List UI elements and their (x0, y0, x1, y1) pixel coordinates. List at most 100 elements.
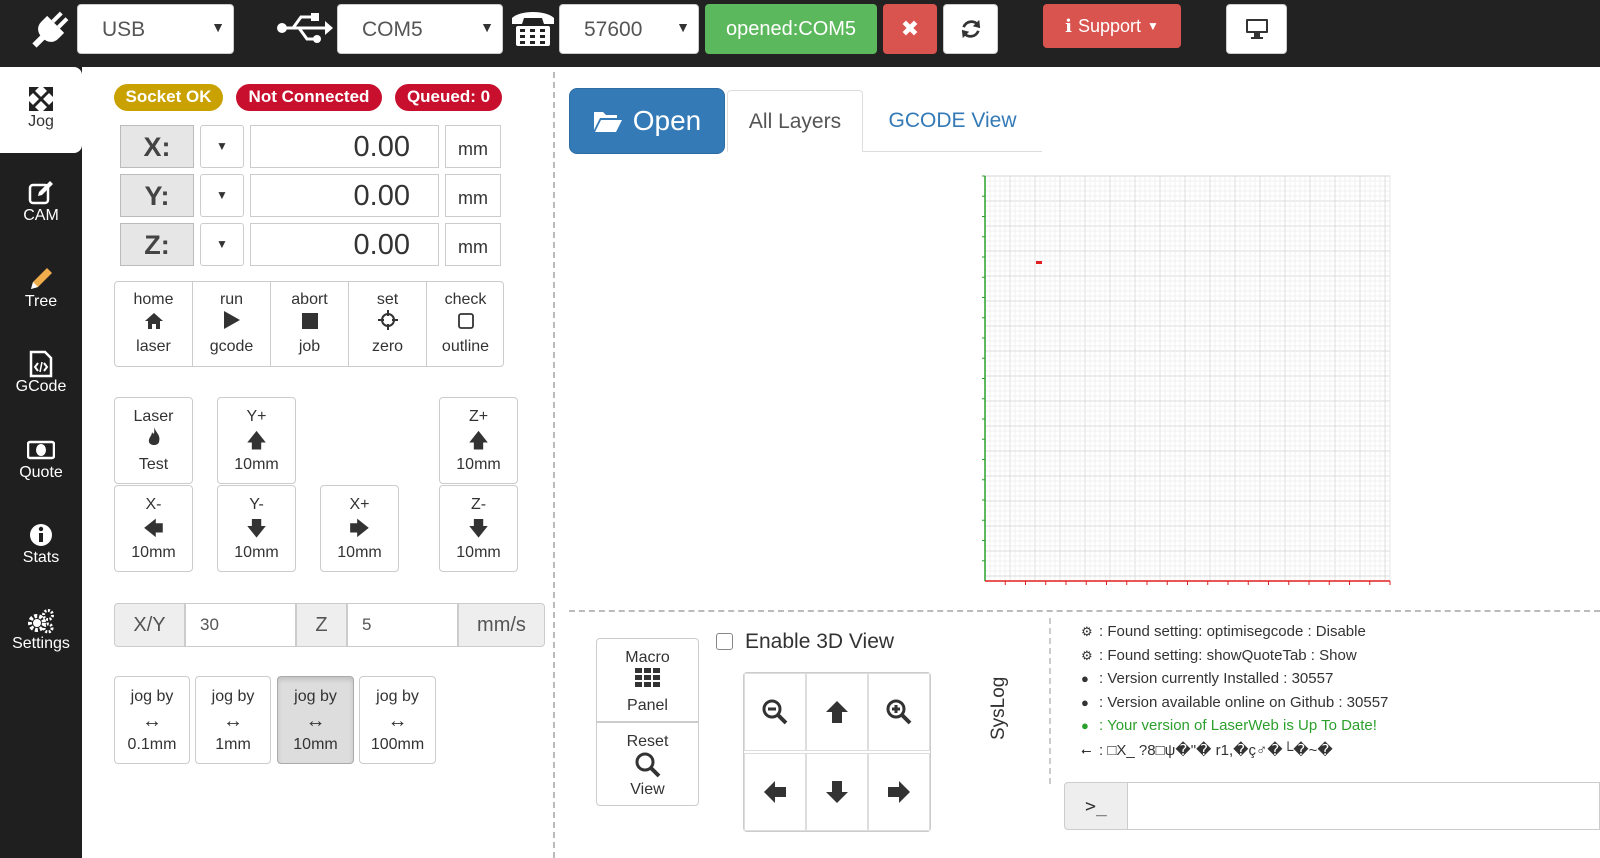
sidebar-item-jog[interactable]: Jog (0, 67, 82, 153)
zoom-out-icon (762, 699, 788, 725)
jog-by-1mm-button[interactable]: jog by ↔ 1mm (195, 676, 271, 764)
folder-open-icon (593, 112, 622, 132)
arrow-down-icon: 🡇 (246, 518, 267, 540)
baud-select[interactable]: 57600 ▼ (559, 4, 699, 54)
connection-status-button[interactable]: opened:COM5 (705, 4, 877, 54)
syslog-line: ⭠: □X_ ?8□ψ�"� r1,�ç♂�└�~� (1081, 742, 1333, 759)
connection-status-badge: Not Connected (236, 84, 382, 111)
syslog-title: SysLog (988, 676, 1009, 740)
disconnect-button[interactable]: ✖ (883, 4, 937, 54)
z-speed-input[interactable]: 5 (347, 603, 458, 647)
sidebar-item-stats[interactable]: Stats (0, 512, 82, 598)
z-axis-dropdown[interactable]: ▼ (200, 223, 244, 266)
view-nav-pad (743, 672, 931, 832)
caret-down-icon: ▼ (216, 188, 228, 202)
cogs-icon: ⚙ (1081, 648, 1093, 663)
home-laser-button[interactable]: home laser (115, 290, 192, 357)
macro-panel-button[interactable]: Macro Panel (596, 638, 699, 722)
arrow-left-icon: 🡄 (143, 518, 164, 540)
cogs-icon: ⚙ (1081, 624, 1093, 639)
zoom-in-button[interactable] (868, 673, 930, 751)
syslog-line: ⚙: Found setting: optimisegcode : Disabl… (1081, 623, 1366, 640)
play-icon (193, 310, 270, 337)
y-unit: mm (445, 174, 501, 217)
jog-by-100mm-button[interactable]: jog by ↔ 100mm (359, 676, 436, 764)
top-bar: USB ▼ COM5 ▼ 57600 ▼ opened:COM5 ✖ i Sup… (0, 0, 1600, 67)
syslog-line: ⚙: Found setting: showQuoteTab : Show (1081, 647, 1357, 664)
code-file-icon (29, 350, 53, 378)
money-icon (27, 440, 55, 460)
sidebar-item-quote[interactable]: Quote (0, 427, 82, 513)
y-position-value: 0.00 (250, 174, 439, 217)
xy-speed-input[interactable]: 30 (185, 603, 296, 647)
info-icon (30, 524, 52, 546)
support-dropdown[interactable]: i Support ▼ (1043, 4, 1181, 48)
socket-status-badge: Socket OK (114, 84, 223, 111)
tab-all-layers[interactable]: All Layers (727, 90, 863, 152)
z-axis-label: Z: (120, 223, 194, 266)
pan-right-button[interactable] (868, 753, 930, 831)
pencil-icon (31, 268, 52, 289)
usb-icon: ⭠ (1081, 743, 1092, 758)
syslog-line: ●: Your version of LaserWeb is Up To Dat… (1081, 717, 1377, 734)
stop-icon (271, 310, 348, 337)
desktop-button[interactable] (1226, 4, 1287, 54)
jog-y-plus-button[interactable]: Y+ 🡅 10mm (217, 397, 296, 484)
pan-down-button[interactable] (806, 753, 868, 831)
jog-y-minus-button[interactable]: Y- 🡇 10mm (217, 485, 296, 572)
github-icon: ● (1081, 695, 1089, 710)
panel-divider (553, 72, 555, 858)
jog-z-minus-button[interactable]: Z- 🡇 10mm (439, 485, 518, 572)
x-axis-label: X: (120, 125, 194, 168)
speed-unit: mm/s (458, 603, 545, 647)
enable-3d-checkbox[interactable] (716, 633, 733, 650)
open-file-button[interactable]: Open (569, 88, 725, 154)
workspace-grid[interactable] (975, 173, 1395, 593)
jog-x-minus-button[interactable]: X- 🡄 10mm (114, 485, 193, 572)
crosshair-icon (349, 310, 426, 337)
machine-controls: home laser run gcode abort job set zero … (114, 281, 504, 367)
jog-by-10mm-button[interactable]: jog by ↔ 10mm (277, 676, 354, 764)
jog-x-plus-button[interactable]: X+ 🡆 10mm (320, 485, 399, 572)
horizontal-arrows-icon: ↔ (305, 710, 326, 732)
arrows-icon (29, 87, 53, 111)
laser-test-button[interactable]: Laser Test (114, 397, 193, 484)
github-icon: ● (1081, 671, 1089, 686)
x-unit: mm (445, 125, 501, 168)
reset-view-button[interactable]: Reset View (596, 722, 699, 806)
close-icon: ✖ (900, 16, 920, 41)
home-icon (115, 310, 192, 337)
syslog-divider (1049, 618, 1051, 784)
caret-down-icon: ▼ (1147, 19, 1159, 33)
sidebar: Jog CAM Tree GCode Quote Stats Settings (0, 67, 82, 858)
pan-up-button[interactable] (806, 673, 868, 751)
arrow-up-icon: 🡅 (246, 430, 267, 452)
jog-z-plus-button[interactable]: Z+ 🡅 10mm (439, 397, 518, 484)
sidebar-item-tree[interactable]: Tree (0, 256, 82, 342)
y-axis-dropdown[interactable]: ▼ (200, 174, 244, 217)
sidebar-item-cam[interactable]: CAM (0, 170, 82, 256)
refresh-button[interactable] (943, 4, 998, 54)
abort-job-button[interactable]: abort job (271, 290, 348, 357)
tab-gcode-view[interactable]: GCODE View (866, 90, 1039, 152)
jog-by-0.1mm-button[interactable]: jog by ↔ 0.1mm (114, 676, 190, 764)
console-input[interactable] (1127, 782, 1600, 830)
x-axis-dropdown[interactable]: ▼ (200, 125, 244, 168)
syslog-line: ●: Version available online on Github : … (1081, 694, 1389, 711)
plug-icon (32, 11, 69, 48)
search-icon (597, 752, 698, 780)
connection-type-select[interactable]: USB ▼ (77, 4, 234, 54)
queue-badge: Queued: 0 (395, 84, 502, 111)
arrow-down-icon (826, 781, 848, 803)
viewer-divider (569, 610, 1600, 612)
check-outline-button[interactable]: check outline (427, 290, 504, 357)
sidebar-item-gcode[interactable]: GCode (0, 341, 82, 427)
set-zero-button[interactable]: set zero (349, 290, 426, 357)
pan-left-button[interactable] (744, 753, 806, 831)
run-gcode-button[interactable]: run gcode (193, 290, 270, 357)
sidebar-item-settings[interactable]: Settings (0, 598, 82, 684)
github-icon: ● (1081, 718, 1089, 733)
usb-icon (277, 13, 333, 43)
zoom-out-button[interactable] (744, 673, 806, 751)
port-select[interactable]: COM5 ▼ (337, 4, 503, 54)
